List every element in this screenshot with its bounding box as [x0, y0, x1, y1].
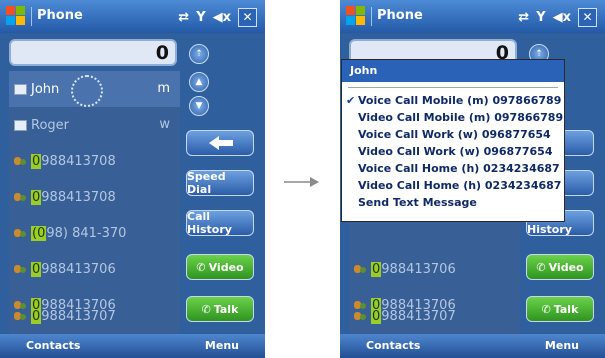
soft-key-bar: Contacts Menu — [0, 334, 265, 358]
title-bar: Phone ⇄ Y ◀x ✕ — [0, 0, 265, 33]
list-item[interactable]: 0 988413708 — [9, 143, 180, 179]
windows-start-icon[interactable] — [346, 6, 366, 26]
match-highlight: 0 — [31, 261, 42, 277]
close-button[interactable]: ✕ — [578, 7, 597, 27]
video-call-button[interactable]: ✆ Video — [186, 254, 254, 280]
list-item[interactable]: Roger w — [9, 107, 180, 143]
menu-item-video-work[interactable]: Video Call Work (w) 096877654 — [342, 143, 564, 160]
call-log-icon — [14, 264, 27, 275]
match-highlight: 0 — [31, 153, 42, 169]
video-phone-icon: ✆ — [196, 260, 206, 274]
scroll-top-icon[interactable]: ⇡ — [189, 44, 209, 64]
call-log-icon — [14, 228, 27, 239]
connectivity-icon[interactable]: ⇄ — [178, 10, 189, 25]
softkey-contacts[interactable]: Contacts — [26, 339, 80, 352]
video-phone-icon: ✆ — [536, 260, 546, 274]
checkmark-icon: ✔ — [346, 94, 356, 107]
talk-label: Talk — [553, 302, 579, 316]
call-number: 988413707 — [41, 308, 116, 324]
contact-name: Roger — [31, 117, 69, 133]
video-call-button[interactable]: ✆ Video — [526, 254, 594, 280]
menu-item-voice-mobile[interactable]: ✔ Voice Call Mobile (m) 097866789 — [342, 92, 564, 109]
list-item[interactable]: (0 98) 841-370 — [9, 215, 180, 251]
speed-dial-button[interactable]: Speed Dial — [186, 170, 254, 196]
match-highlight: 0 — [371, 261, 382, 277]
contact-card-icon — [14, 119, 27, 131]
call-log-icon — [354, 264, 367, 275]
list-item[interactable]: 0 988413707 — [349, 298, 520, 334]
list-item[interactable]: 0 988413706 — [9, 251, 180, 287]
connectivity-icon[interactable]: ⇄ — [518, 10, 529, 25]
status-icons: ⇄ Y ◀x ✕ — [518, 7, 597, 27]
phone-handset-icon: ✆ — [541, 302, 551, 316]
scroll-up-icon[interactable]: ▲ — [189, 72, 209, 92]
menu-item-video-home[interactable]: Video Call Home (h) 0234234687 — [342, 177, 564, 194]
context-menu: John ✔ Voice Call Mobile (m) 097866789 Vi… — [341, 59, 565, 222]
back-arrow-icon — [209, 136, 233, 150]
list-item[interactable]: 0 988413706 — [349, 251, 520, 287]
call-log-icon — [14, 156, 27, 167]
app-title: Phone — [377, 8, 423, 23]
backspace-button[interactable] — [186, 130, 254, 156]
phone-handset-icon: ✆ — [201, 302, 211, 316]
status-icons: ⇄ Y ◀x ✕ — [178, 7, 257, 27]
call-log-icon — [354, 311, 367, 322]
contact-name: John — [31, 81, 60, 97]
match-highlight: 0 — [371, 308, 382, 324]
windows-start-icon[interactable] — [6, 6, 26, 26]
match-highlight: 0 — [31, 189, 42, 205]
video-label: Video — [208, 260, 244, 274]
close-button[interactable]: ✕ — [238, 7, 257, 27]
call-number: 988413706 — [41, 261, 116, 277]
contact-card-icon — [14, 83, 27, 95]
call-number: 988413708 — [41, 153, 116, 169]
menu-item-voice-home[interactable]: Voice Call Home (h) 0234234687 — [342, 160, 564, 177]
title-separator — [31, 7, 32, 26]
title-bar: Phone ⇄ Y ◀x ✕ — [340, 0, 605, 33]
call-log-icon — [14, 311, 27, 322]
menu-item-video-mobile[interactable]: Video Call Mobile (m) 097866789 — [342, 109, 564, 126]
volume-muted-icon[interactable]: ◀x — [213, 10, 231, 25]
contact-list: John m Roger w 0 988413708 0 988413708 (0 9… — [9, 71, 180, 334]
context-menu-header: John — [342, 60, 564, 82]
title-separator — [371, 7, 372, 26]
phone-screen-left: Phone ⇄ Y ◀x ✕ 0 ⇡ ▲ ▼ John m Roger w 09… — [0, 0, 265, 358]
app-title: Phone — [37, 8, 83, 23]
call-log-icon — [14, 192, 27, 203]
phone-type-tag: m — [157, 81, 170, 96]
softkey-menu[interactable]: Menu — [205, 339, 239, 352]
signal-icon[interactable]: Y — [196, 10, 205, 25]
softkey-menu[interactable]: Menu — [545, 339, 579, 352]
signal-icon[interactable]: Y — [536, 10, 545, 25]
menu-item-send-text[interactable]: Send Text Message — [342, 194, 564, 211]
list-item[interactable]: 0 988413707 — [9, 298, 180, 334]
talk-button[interactable]: ✆ Talk — [526, 296, 594, 322]
scroll-down-icon[interactable]: ▼ — [189, 96, 209, 116]
call-number: 988413707 — [381, 308, 456, 324]
call-history-button[interactable]: Call History — [186, 210, 254, 236]
match-highlight: 0 — [31, 308, 42, 324]
wait-cursor-icon — [71, 75, 103, 107]
talk-label: Talk — [213, 302, 239, 316]
menu-item-label: Voice Call Mobile (m) 097866789 — [358, 94, 562, 107]
video-label: Video — [548, 260, 584, 274]
list-item[interactable]: John m — [9, 71, 180, 107]
dial-number-value: 0 — [155, 42, 169, 64]
soft-key-bar: Contacts Menu — [340, 334, 605, 358]
call-number: 988413708 — [41, 189, 116, 205]
phone-type-tag: w — [159, 117, 170, 132]
call-number: 98) 841-370 — [46, 225, 127, 241]
transition-arrow-icon — [284, 177, 319, 187]
dial-number-field[interactable]: 0 — [9, 39, 177, 66]
call-number: 988413706 — [381, 261, 456, 277]
menu-divider — [348, 87, 558, 88]
list-item[interactable]: 0 988413708 — [9, 179, 180, 215]
talk-button[interactable]: ✆ Talk — [186, 296, 254, 322]
volume-muted-icon[interactable]: ◀x — [553, 10, 571, 25]
match-highlight: (0 — [31, 225, 47, 241]
softkey-contacts[interactable]: Contacts — [366, 339, 420, 352]
menu-item-voice-work[interactable]: Voice Call Work (w) 096877654 — [342, 126, 564, 143]
